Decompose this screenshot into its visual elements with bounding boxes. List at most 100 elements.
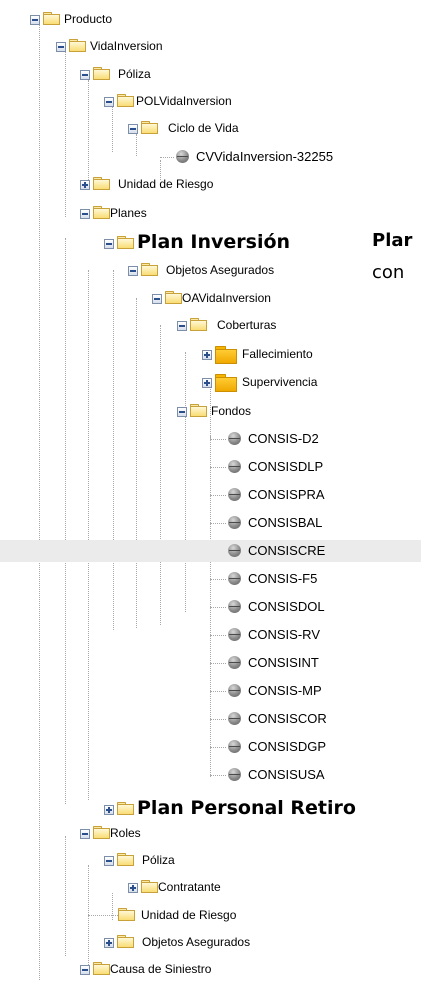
tree-node-label: Objetos Asegurados [166,263,275,277]
tree-node-label: CONSISDLP [248,459,324,474]
tree-guide-line [210,663,226,664]
tree-node-label: Plan Personal Retiro [137,797,356,819]
tree-node-supervivencia[interactable]: Supervivencia [202,369,317,395]
leaf-node-icon [228,488,241,501]
tree-guide-line [210,775,226,776]
tree-node-fondo[interactable]: CONSISCOR [228,708,327,730]
tree-node-label: CONSISDOL [248,599,325,614]
tree-node-fondo[interactable]: CONSISDOL [228,596,325,618]
tree-node-fondo[interactable]: CONSISINT [228,652,319,674]
tree-node-fondo[interactable]: CONSISPRA [228,484,325,506]
tree-node-label: CONSIS-D2 [248,431,319,446]
tree-node-cv-vida-inversion[interactable]: CVVidaInversion-32255 [176,146,333,168]
collapse-toggle-icon[interactable] [80,209,90,219]
expand-toggle-icon[interactable] [104,938,114,948]
tree-node-fondo[interactable]: CONSISCRE [0,540,421,562]
expand-toggle-icon[interactable] [104,805,114,815]
tree-guide-line [210,435,211,777]
tree-node-fondo[interactable]: CONSISDLP [228,456,323,478]
tree-node-label: Planes [110,206,147,220]
tree-node-fondos[interactable]: Fondos [177,400,251,422]
leaf-node-icon [228,516,241,529]
tree-guide-line [210,691,226,692]
tree-node-fondo[interactable]: CONSISUSA [228,764,325,786]
tree-guide-line [210,607,226,608]
collapse-toggle-icon[interactable] [80,829,90,839]
tree-node-fondo[interactable]: CONSISBAL [228,512,322,534]
tree-guide-line [210,439,226,440]
collapse-toggle-icon[interactable] [104,239,114,249]
leaf-node-icon [228,768,241,781]
leaf-node-icon [228,712,241,725]
expand-toggle-icon[interactable] [202,350,212,360]
tree-guide-line [65,238,66,804]
tree-node-fondo[interactable]: CONSIS-F5 [228,568,317,590]
tree-node-roles-poliza[interactable]: Póliza [104,849,175,871]
tree-node-fondo[interactable]: CONSISDGP [228,736,326,758]
folder-icon [118,908,135,921]
leaf-node-icon [228,684,241,697]
folder-icon [215,374,237,392]
tree-node-objetos-asegurados[interactable]: Objetos Asegurados [128,259,274,281]
collapse-toggle-icon[interactable] [177,321,187,331]
tree-node-label: Supervivencia [242,375,318,389]
folder-open-icon [141,263,158,276]
tree-node-label: Contratante [158,880,221,894]
tree-node-label: Fondos [211,404,252,418]
collapse-toggle-icon[interactable] [80,965,90,975]
collapse-toggle-icon[interactable] [56,42,66,52]
collapse-toggle-icon[interactable] [152,294,162,304]
tree-guide-line [210,467,226,468]
tree-node-vida-inversion[interactable]: VidaInversion [56,35,163,57]
tree-node-label: CONSISCRE [248,543,326,558]
expand-toggle-icon[interactable] [80,180,90,190]
tree-node-fondo[interactable]: CONSIS-MP [228,680,322,702]
tree-node-label: CONSIS-RV [248,627,320,642]
tree-node-ciclo-de-vida[interactable]: Ciclo de Vida [128,117,239,139]
tree-node-label: Objetos Asegurados [142,935,251,949]
tree-node-fondo[interactable]: CONSIS-RV [228,624,320,646]
tree-node-coberturas[interactable]: Coberturas [177,314,276,336]
tree-guide-line [210,523,226,524]
tree-node-oa-vida-inversion[interactable]: OAVidaInversion [152,287,271,309]
collapse-toggle-icon[interactable] [128,124,138,134]
folder-open-icon [93,826,110,839]
folder-open-icon [93,206,110,219]
expand-toggle-icon[interactable] [202,378,212,388]
expand-toggle-icon[interactable] [128,883,138,893]
folder-open-icon [165,291,182,304]
collapse-toggle-icon[interactable] [104,97,114,107]
tree-node-label: CONSIS-F5 [248,571,318,586]
tree-node-pol-vida-inversion[interactable]: POLVidaInversion [104,90,232,112]
tree-node-fondo[interactable]: CONSIS-D2 [228,428,319,450]
folder-open-icon [93,67,110,80]
tree-node-label: OAVidaInversion [182,291,271,305]
collapse-toggle-icon[interactable] [128,266,138,276]
collapse-toggle-icon[interactable] [80,70,90,80]
collapse-toggle-icon[interactable] [177,407,187,417]
tree-node-plan-personal-retiro[interactable]: Plan Personal Retiro [104,795,356,821]
tree-node-plan-inversion[interactable]: Plan Inversión [104,229,290,255]
folder-icon [215,346,237,364]
tree-node-label: CONSISUSA [248,767,325,782]
collapse-toggle-icon[interactable] [30,15,40,25]
tree-node-roles-unidad-de-riesgo[interactable]: Unidad de Riesgo [118,904,236,926]
tree-node-poliza[interactable]: Póliza [80,63,151,85]
tree-guide-line [160,325,161,625]
tree-node-roles[interactable]: Roles [80,822,141,844]
tree-node-roles-objetos-asegurados[interactable]: Objetos Asegurados [104,931,250,953]
tree-node-label: Causa de Siniestro [110,962,212,976]
tree-node-planes[interactable]: Planes [80,202,147,224]
collapse-toggle-icon[interactable] [104,856,114,866]
tree-node-unidad-de-riesgo[interactable]: Unidad de Riesgo [80,173,213,195]
folder-open-icon [93,962,110,975]
tree-guide-line [39,25,40,980]
tree-node-label: Póliza [118,67,151,81]
tree-node-causa-de-siniestro[interactable]: Causa de Siniestro [80,958,211,980]
tree-node-producto[interactable]: Producto [30,8,112,30]
tree-guide-line [136,298,137,628]
tree-node-contratante[interactable]: Contratante [128,876,221,898]
folder-open-icon [190,404,207,417]
folder-icon [141,880,158,893]
tree-node-fallecimiento[interactable]: Fallecimiento [202,341,313,367]
